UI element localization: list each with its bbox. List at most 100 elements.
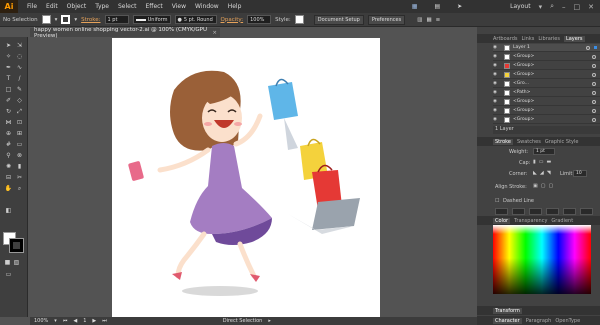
- document-tab[interactable]: happy women online shopping vector-2.ai …: [30, 27, 220, 39]
- tab-gradient[interactable]: Gradient: [551, 218, 573, 224]
- close-tab-icon[interactable]: ×: [212, 30, 220, 36]
- eye-icon[interactable]: ◉: [493, 72, 501, 77]
- cap-buttons[interactable]: ▮▭▬: [533, 159, 554, 165]
- corner-buttons[interactable]: ◣◢◥: [533, 170, 554, 176]
- type-tool-icon[interactable]: T: [4, 75, 13, 83]
- layer-row[interactable]: ◉ <Group>: [493, 107, 600, 115]
- perspective-grid-tool-icon[interactable]: ⊞: [15, 130, 24, 138]
- menu-effect[interactable]: Effect: [146, 3, 163, 10]
- eye-icon[interactable]: ◉: [493, 54, 501, 59]
- pen-tool-icon[interactable]: ✒: [4, 64, 13, 72]
- lasso-tool-icon[interactable]: ◌: [15, 53, 24, 61]
- target-icon[interactable]: [592, 63, 596, 68]
- tab-swatches[interactable]: Swatches: [517, 139, 541, 145]
- menu-view[interactable]: View: [172, 3, 186, 10]
- selection-tool-icon[interactable]: ➤: [4, 42, 13, 50]
- tab-artboards[interactable]: Artboards: [493, 36, 517, 42]
- menu-object[interactable]: Object: [67, 3, 87, 10]
- first-artboard-icon[interactable]: ⏮: [63, 318, 68, 324]
- opacity-label[interactable]: Opacity:: [221, 17, 244, 23]
- eye-icon[interactable]: ◉: [493, 117, 501, 122]
- status-menu-icon[interactable]: ▸: [268, 318, 271, 324]
- stroke-label[interactable]: Stroke:: [81, 17, 100, 23]
- artboard-tool-icon[interactable]: ⊟: [4, 174, 13, 182]
- menu-file[interactable]: File: [27, 3, 37, 10]
- target-icon[interactable]: [592, 81, 596, 86]
- layer-row[interactable]: ◉ <Group>: [493, 116, 600, 124]
- layer-row[interactable]: ◉ <Gro...: [493, 80, 600, 88]
- workspace-switcher[interactable]: Layout: [510, 3, 530, 10]
- dash-field-2[interactable]: [529, 208, 542, 215]
- maximize-icon[interactable]: □: [574, 3, 581, 11]
- dash-field-3[interactable]: [563, 208, 576, 215]
- layer-row[interactable]: ◉ <Group>: [493, 62, 600, 70]
- minimize-icon[interactable]: –: [562, 3, 566, 11]
- target-icon[interactable]: [592, 54, 596, 59]
- symbol-sprayer-tool-icon[interactable]: ✺: [4, 163, 13, 171]
- target-icon[interactable]: [592, 117, 596, 122]
- layer-row[interactable]: ◉ <Path>: [493, 89, 600, 97]
- column-graph-tool-icon[interactable]: ▮: [15, 163, 24, 171]
- chevron-down-icon[interactable]: ▾: [55, 17, 58, 23]
- draw-normal-icon[interactable]: ◧: [4, 207, 13, 215]
- bridge-icon[interactable]: ▦: [412, 3, 418, 10]
- color-spectrum-highlight[interactable]: [493, 225, 591, 234]
- menu-edit[interactable]: Edit: [46, 3, 58, 10]
- artboard-number[interactable]: 1: [83, 318, 86, 324]
- next-artboard-icon[interactable]: ▶: [92, 318, 96, 324]
- gpu-icon[interactable]: ➤: [457, 3, 462, 10]
- tab-character[interactable]: Character: [493, 317, 522, 324]
- layer-row[interactable]: ◉ <Group>: [493, 71, 600, 79]
- layer-row[interactable]: ◉ Layer 1: [493, 44, 600, 52]
- color-mode-icon[interactable]: ■: [3, 259, 12, 267]
- gap-field-3[interactable]: [580, 208, 593, 215]
- eye-icon[interactable]: ◉: [493, 81, 501, 86]
- width-tool-icon[interactable]: ⋈: [4, 119, 13, 127]
- slice-tool-icon[interactable]: ✂: [15, 174, 24, 182]
- rotate-tool-icon[interactable]: ↻: [4, 108, 13, 116]
- tab-transparency[interactable]: Transparency: [514, 218, 547, 224]
- shaper-tool-icon[interactable]: ✐: [4, 97, 13, 105]
- gradient-tool-icon[interactable]: ▭: [15, 141, 24, 149]
- magic-wand-tool-icon[interactable]: ✧: [4, 53, 13, 61]
- brush-definition[interactable]: ● 5 pt. Round: [174, 15, 217, 24]
- target-icon[interactable]: [592, 99, 596, 104]
- curvature-tool-icon[interactable]: ∿: [15, 64, 24, 72]
- stroke-weight-field[interactable]: 1 pt: [104, 15, 129, 24]
- screen-mode-icon[interactable]: ▭: [4, 271, 13, 279]
- align-icon[interactable]: ▥: [417, 17, 422, 23]
- color-spectrum[interactable]: [493, 234, 591, 294]
- artboard[interactable]: [112, 38, 380, 318]
- menu-type[interactable]: Type: [95, 3, 109, 10]
- direct-selection-tool-icon[interactable]: ⇲: [15, 42, 24, 50]
- target-icon[interactable]: [592, 108, 596, 113]
- blend-tool-icon[interactable]: ⊗: [15, 152, 24, 160]
- eraser-tool-icon[interactable]: ◇: [15, 97, 24, 105]
- eye-icon[interactable]: ◉: [493, 90, 501, 95]
- menu-window[interactable]: Window: [195, 3, 219, 10]
- transform-icon[interactable]: ▦: [426, 17, 431, 23]
- eye-icon[interactable]: ◉: [493, 99, 501, 104]
- target-icon[interactable]: [592, 72, 596, 77]
- dashed-line-checkbox[interactable]: ☐: [495, 198, 499, 204]
- preferences-button[interactable]: Preferences: [367, 14, 406, 25]
- gap-field-1[interactable]: [512, 208, 525, 215]
- panel-menu-icon[interactable]: ≡: [436, 17, 441, 23]
- layer-row[interactable]: ◉ <Group>: [493, 53, 600, 61]
- tab-color[interactable]: Color: [493, 217, 511, 224]
- tab-graphic-style[interactable]: Graphic Style: [545, 139, 579, 145]
- mesh-tool-icon[interactable]: #: [4, 141, 13, 149]
- close-icon[interactable]: ✕: [588, 3, 594, 11]
- menu-select[interactable]: Select: [118, 3, 137, 10]
- target-icon[interactable]: [592, 90, 596, 95]
- chevron-down-icon[interactable]: ▾: [74, 17, 77, 23]
- tab-paragraph[interactable]: Paragraph: [526, 318, 552, 324]
- chevron-down-icon[interactable]: ▾: [539, 3, 543, 11]
- tab-layers[interactable]: Layers: [563, 35, 585, 42]
- arrange-icon[interactable]: ▤: [434, 3, 440, 10]
- tab-stroke[interactable]: Stroke: [493, 138, 513, 145]
- tab-transform[interactable]: Transform: [493, 307, 522, 314]
- shape-builder-tool-icon[interactable]: ⊕: [4, 130, 13, 138]
- eye-icon[interactable]: ◉: [493, 108, 501, 113]
- eye-icon[interactable]: ◉: [493, 63, 501, 68]
